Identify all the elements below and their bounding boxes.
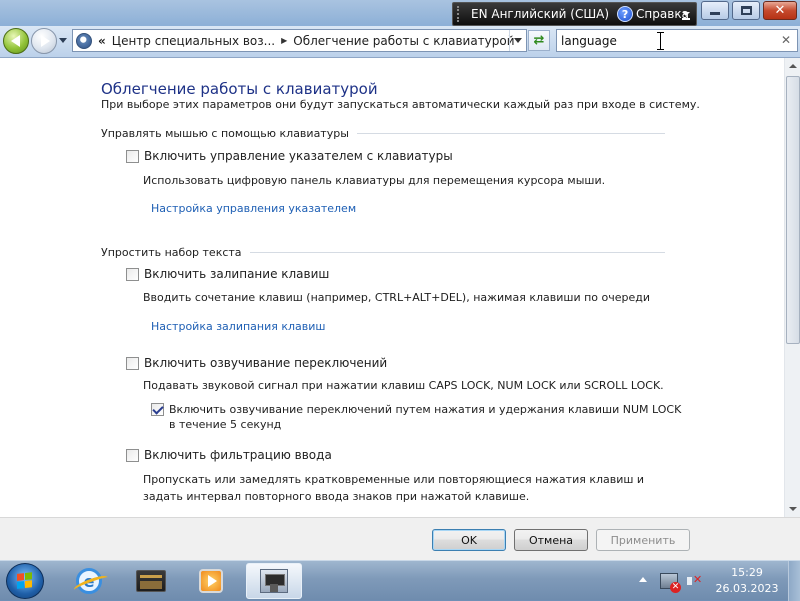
ok-button[interactable]: OK	[432, 529, 506, 551]
sticky-keys-description: Вводить сочетание клавиш (например, CTRL…	[143, 291, 651, 304]
sticky-keys-option[interactable]: Включить залипание клавиш	[126, 267, 329, 281]
back-arrow-icon	[10, 35, 20, 47]
numlock-toggle-label[interactable]: Включить озвучивание переключений путем …	[169, 402, 689, 432]
maximize-icon	[740, 6, 752, 15]
mouse-keys-settings-link[interactable]: Настройка управления указателем	[151, 202, 356, 215]
vertical-scrollbar[interactable]	[784, 58, 800, 517]
maximize-button[interactable]	[732, 1, 760, 20]
filter-keys-checkbox[interactable]	[126, 448, 139, 462]
taskbar-media-player[interactable]	[184, 563, 238, 599]
clock-time: 15:29	[731, 566, 763, 579]
toggle-keys-option[interactable]: Включить озвучивание переключений	[126, 356, 387, 370]
content-pane: Облегчение работы с клавиатурой При выбо…	[0, 58, 784, 517]
section-heading-label: Управлять мышью с помощью клавиатуры	[101, 127, 349, 140]
breadcrumb-ease-of-access-center[interactable]: Центр специальных воз...	[112, 34, 275, 48]
system-tray	[636, 569, 704, 593]
sticky-keys-checkbox[interactable]	[126, 267, 139, 281]
section-heading-mouse-keys: Управлять мышью с помощью клавиатуры	[101, 127, 665, 140]
close-icon: ✕	[774, 3, 786, 18]
minimize-button[interactable]	[701, 1, 729, 20]
language-bar-options-icon[interactable]	[680, 7, 692, 21]
control-panel-icon	[260, 569, 288, 593]
filter-keys-label[interactable]: Включить фильтрацию ввода	[144, 448, 332, 462]
toggle-keys-description: Подавать звуковой сигнал при нажатии кла…	[143, 379, 664, 392]
start-button[interactable]	[6, 563, 44, 599]
windows-logo-icon	[17, 572, 33, 590]
breadcrumb-keyboard-easier[interactable]: Облегчение работы с клавиатурой	[293, 34, 514, 48]
numlock-toggle-checkbox[interactable]	[151, 403, 164, 416]
mouse-keys-checkbox[interactable]	[126, 149, 139, 163]
clock-date: 26.03.2023	[715, 582, 779, 595]
toggle-keys-label[interactable]: Включить озвучивание переключений	[144, 356, 387, 370]
close-button[interactable]: ✕	[763, 1, 797, 20]
section-divider	[356, 133, 665, 134]
network-disconnected-icon[interactable]	[660, 573, 681, 593]
clock[interactable]: 15:29 26.03.2023	[712, 565, 782, 597]
filter-keys-option[interactable]: Включить фильтрацию ввода	[126, 448, 332, 462]
help-button[interactable]: ? Справка	[617, 6, 689, 22]
section-heading-typing: Упростить набор текста	[101, 246, 665, 259]
mouse-keys-description: Использовать цифровую панель клавиатуры …	[143, 174, 606, 187]
volume-muted-icon[interactable]	[686, 573, 704, 589]
toggle-keys-checkbox[interactable]	[126, 356, 139, 370]
language-bar[interactable]: EN Английский (США) ? Справка	[452, 2, 697, 26]
taskbar-file-explorer[interactable]	[124, 563, 178, 599]
scroll-down-icon[interactable]	[785, 501, 800, 517]
navigation-bar: « Центр специальных воз... ▶ Облегчение …	[0, 26, 800, 58]
window-title-bar: EN Английский (США) ? Справка ✕	[0, 0, 800, 28]
forward-arrow-icon	[40, 35, 50, 47]
address-bar[interactable]: « Центр специальных воз... ▶ Облегчение …	[72, 29, 527, 52]
input-language-indicator[interactable]: EN Английский (США)	[471, 7, 609, 21]
taskbar: e 15:29 26.03.2023	[0, 560, 800, 601]
breadcrumb-overflow[interactable]: «	[98, 34, 106, 48]
refresh-button[interactable]: ⇄	[528, 30, 550, 51]
breadcrumb-separator-icon[interactable]: ▶	[281, 36, 287, 45]
scroll-thumb[interactable]	[786, 76, 800, 344]
filter-keys-description: Пропускать или замедлять кратковременные…	[143, 473, 645, 503]
show-hidden-icons-icon[interactable]	[636, 574, 650, 588]
internet-explorer-icon: e	[76, 568, 102, 594]
search-box[interactable]: ✕	[556, 29, 798, 52]
language-bar-grip[interactable]	[457, 6, 463, 22]
scroll-up-icon[interactable]	[785, 58, 800, 74]
clear-search-icon[interactable]: ✕	[781, 33, 791, 47]
cancel-button[interactable]: Отмена	[514, 529, 588, 551]
taskbar-control-panel[interactable]	[246, 563, 302, 599]
address-dropdown-icon[interactable]	[509, 30, 526, 51]
mouse-keys-option[interactable]: Включить управление указателем с клавиат…	[126, 149, 453, 163]
apply-button[interactable]: Применить	[596, 529, 690, 551]
page-title: Облегчение работы с клавиатурой	[101, 80, 378, 98]
dialog-button-bar: OK Отмена Применить	[0, 517, 800, 560]
refresh-icon: ⇄	[533, 33, 545, 48]
page-subtitle: При выборе этих параметров они будут зап…	[101, 98, 700, 111]
section-heading-label: Упростить набор текста	[101, 246, 242, 259]
file-explorer-icon	[136, 570, 166, 592]
forward-button[interactable]	[31, 28, 57, 54]
taskbar-internet-explorer[interactable]: e	[62, 563, 116, 599]
recent-pages-dropdown-icon[interactable]	[58, 37, 68, 45]
minimize-icon	[710, 12, 720, 15]
back-button[interactable]	[3, 28, 29, 54]
section-divider	[249, 252, 665, 253]
sticky-keys-settings-link[interactable]: Настройка залипания клавиш	[151, 320, 325, 333]
control-panel-icon	[76, 32, 92, 49]
numlock-toggle-option[interactable]: Включить озвучивание переключений путем …	[151, 402, 689, 432]
text-cursor-icon	[657, 32, 664, 50]
help-icon: ?	[617, 6, 634, 22]
media-player-icon	[199, 569, 223, 593]
sticky-keys-label[interactable]: Включить залипание клавиш	[144, 267, 329, 281]
show-desktop-button[interactable]	[788, 561, 800, 601]
mouse-keys-label[interactable]: Включить управление указателем с клавиат…	[144, 149, 453, 163]
